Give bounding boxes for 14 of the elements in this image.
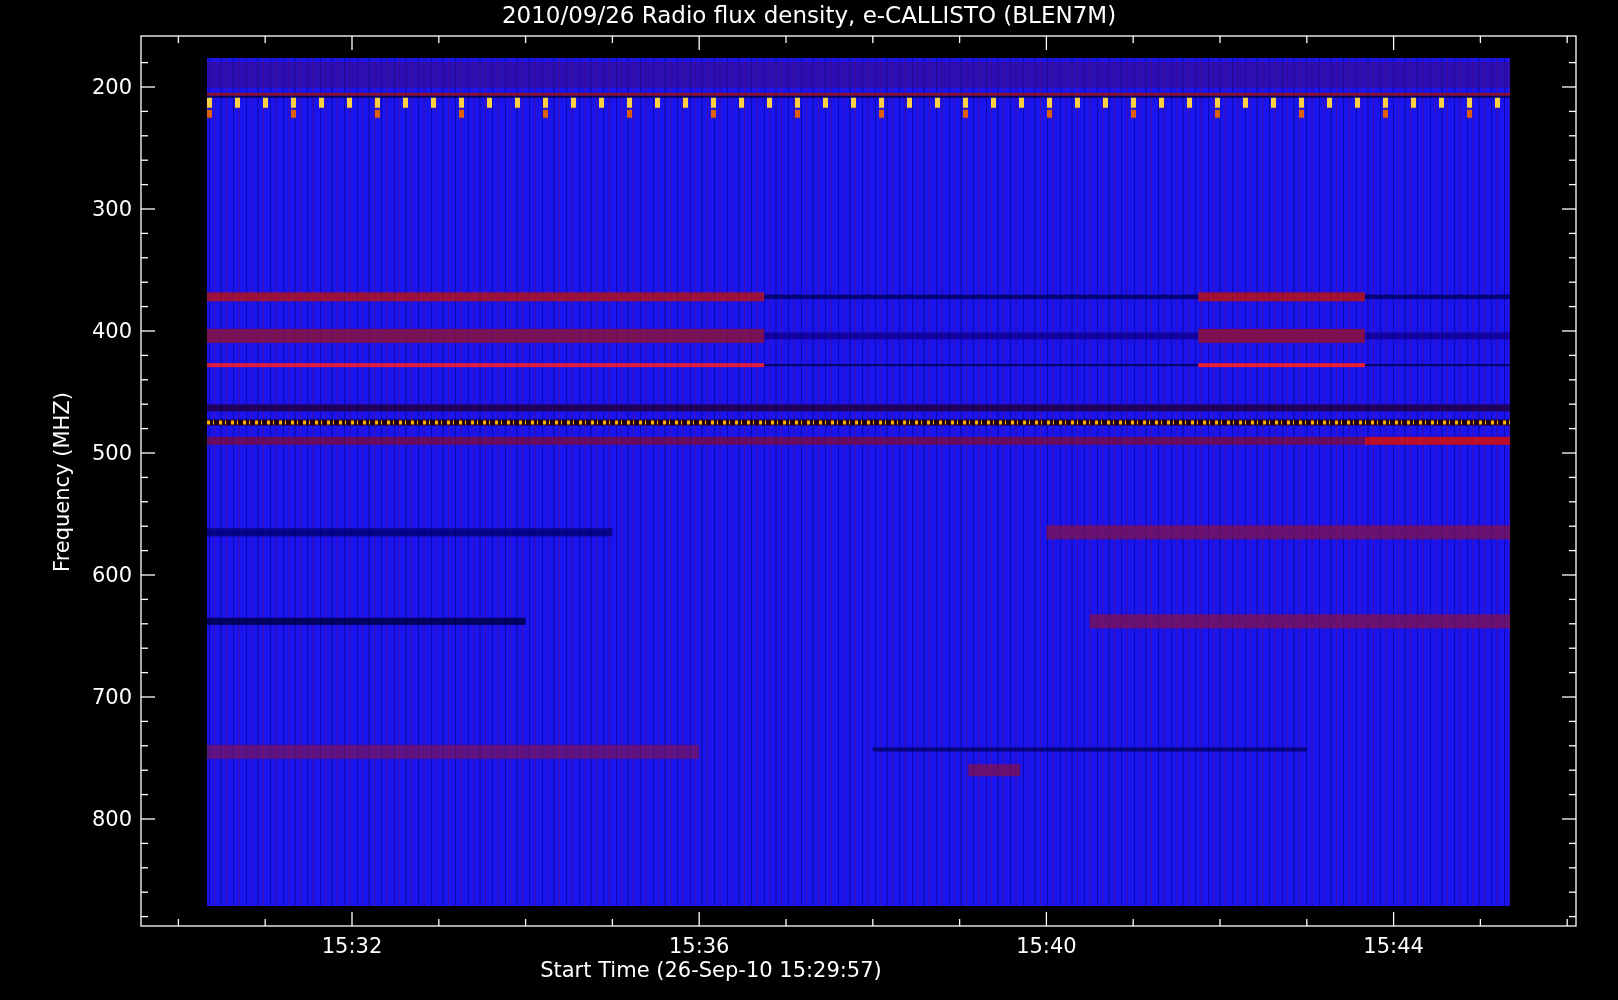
y-tick-label: 200 (90, 75, 132, 99)
x-tick-label: 15:32 (320, 934, 384, 958)
y-tick-label: 700 (90, 685, 132, 709)
y-axis-label: Frequency (MHZ) (50, 392, 74, 572)
y-tick-label: 800 (90, 807, 132, 831)
x-axis-label: Start Time (26-Sep-10 15:29:57) (539, 958, 883, 982)
chart-title: 2010/09/26 Radio flux density, e-CALLISTO (BLEN7M) (500, 1, 1118, 30)
x-tick-label: 15:44 (1362, 934, 1425, 958)
y-tick-label: 400 (90, 319, 132, 343)
y-tick-label: 500 (90, 441, 132, 465)
x-tick-label: 15:40 (1015, 934, 1078, 958)
y-tick-label: 600 (90, 563, 132, 587)
x-tick-label: 15:36 (667, 934, 731, 958)
y-tick-label: 300 (90, 197, 132, 221)
